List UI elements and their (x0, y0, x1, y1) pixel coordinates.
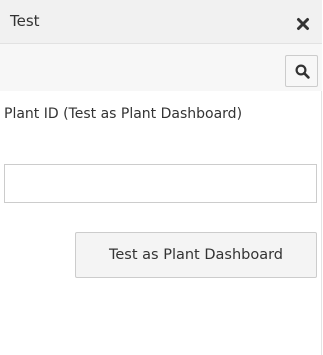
panel-header: Test (0, 0, 322, 44)
search-icon (295, 64, 310, 79)
search-button[interactable] (285, 55, 318, 87)
panel-toolbar (0, 44, 322, 91)
test-as-plant-dashboard-button[interactable]: Test as Plant Dashboard (75, 232, 317, 278)
panel-title: Test (10, 12, 40, 30)
test-panel: Test Plant ID (Test as Plant Dashboard) … (0, 0, 322, 355)
plant-id-input[interactable] (4, 164, 317, 203)
close-icon[interactable] (296, 16, 310, 30)
plant-id-label: Plant ID (Test as Plant Dashboard) (4, 106, 243, 122)
